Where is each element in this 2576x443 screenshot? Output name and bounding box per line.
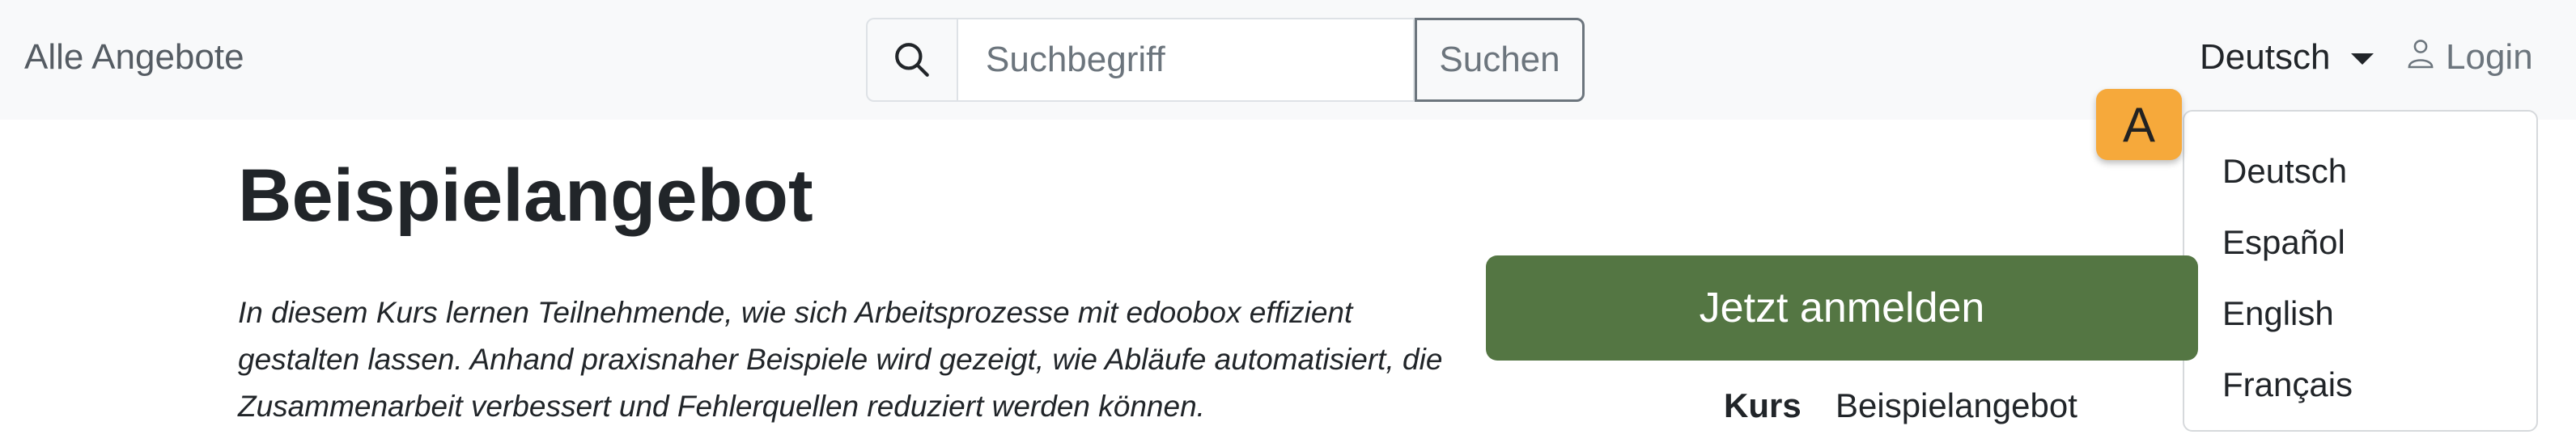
language-dropdown-toggle[interactable]: Deutsch bbox=[2200, 37, 2374, 78]
language-dropdown-menu: Deutsch Español English Français bbox=[2183, 110, 2538, 432]
annotation-badge: A bbox=[2096, 89, 2182, 160]
page-title: Beispielangebot bbox=[238, 154, 813, 237]
caret-down-icon bbox=[2351, 53, 2374, 65]
search-group: Suchen bbox=[866, 18, 1585, 102]
language-option-deutsch[interactable]: Deutsch bbox=[2184, 136, 2536, 207]
course-detail-value: Beispielangebot bbox=[1835, 386, 2077, 424]
language-option-english[interactable]: English bbox=[2184, 278, 2536, 349]
brand-link[interactable]: Alle Angebote bbox=[24, 37, 244, 78]
course-detail-label: Kurs bbox=[1724, 386, 1802, 424]
language-option-francais[interactable]: Français bbox=[2184, 349, 2536, 420]
language-option-espanol[interactable]: Español bbox=[2184, 207, 2536, 278]
navbar: Alle Angebote Suchen Deutsch Login bbox=[0, 0, 2576, 120]
search-button[interactable]: Suchen bbox=[1415, 18, 1585, 102]
course-description: In diesem Kurs lernen Teilnehmende, wie … bbox=[238, 296, 1443, 423]
search-input[interactable] bbox=[957, 18, 1415, 102]
login-label: Login bbox=[2446, 37, 2533, 77]
enroll-button[interactable]: Jetzt anmelden bbox=[1486, 255, 2198, 361]
login-link[interactable]: Login bbox=[2407, 37, 2533, 78]
user-icon bbox=[2407, 37, 2434, 78]
search-icon bbox=[866, 18, 957, 102]
language-selected-label: Deutsch bbox=[2200, 37, 2331, 77]
